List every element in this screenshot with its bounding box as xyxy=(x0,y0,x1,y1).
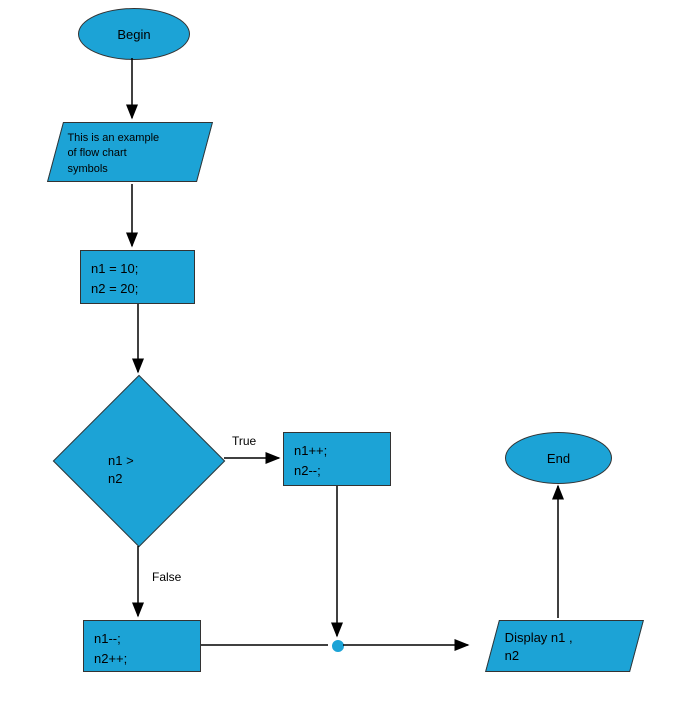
end-label: End xyxy=(547,451,570,466)
decision-compare xyxy=(53,375,226,548)
begin-label: Begin xyxy=(117,27,150,42)
label-false: False xyxy=(152,570,181,584)
process-false: n1--; n2++; xyxy=(83,620,201,672)
io-desc-line1: This is an example xyxy=(67,132,159,144)
terminator-end: End xyxy=(505,432,612,484)
process-true: n1++; n2--; xyxy=(283,432,391,486)
io-description: This is an example of flow chart symbols xyxy=(47,122,213,182)
io-display: Display n1 , n2 xyxy=(485,620,644,672)
arrows xyxy=(0,0,692,721)
label-true: True xyxy=(232,434,256,448)
process-init-line2: n2 = 20; xyxy=(91,281,138,296)
process-true-line1: n1++; xyxy=(294,443,327,458)
terminator-begin: Begin xyxy=(78,8,190,60)
decision-line2: n2 xyxy=(108,471,122,486)
process-true-line2: n2--; xyxy=(294,463,321,478)
process-false-line1: n1--; xyxy=(94,631,121,646)
process-init-line1: n1 = 10; xyxy=(91,261,138,276)
process-false-line2: n2++; xyxy=(94,651,127,666)
io-display-line1: Display n1 , xyxy=(505,630,573,645)
io-display-line2: n2 xyxy=(505,648,519,663)
decision-line1: n1 > xyxy=(108,453,134,468)
decision-text: n1 > n2 xyxy=(108,452,134,488)
connector-merge xyxy=(332,640,344,652)
io-desc-line2: of flow chart xyxy=(67,147,126,159)
process-init: n1 = 10; n2 = 20; xyxy=(80,250,195,304)
io-desc-line3: symbols xyxy=(67,163,107,175)
